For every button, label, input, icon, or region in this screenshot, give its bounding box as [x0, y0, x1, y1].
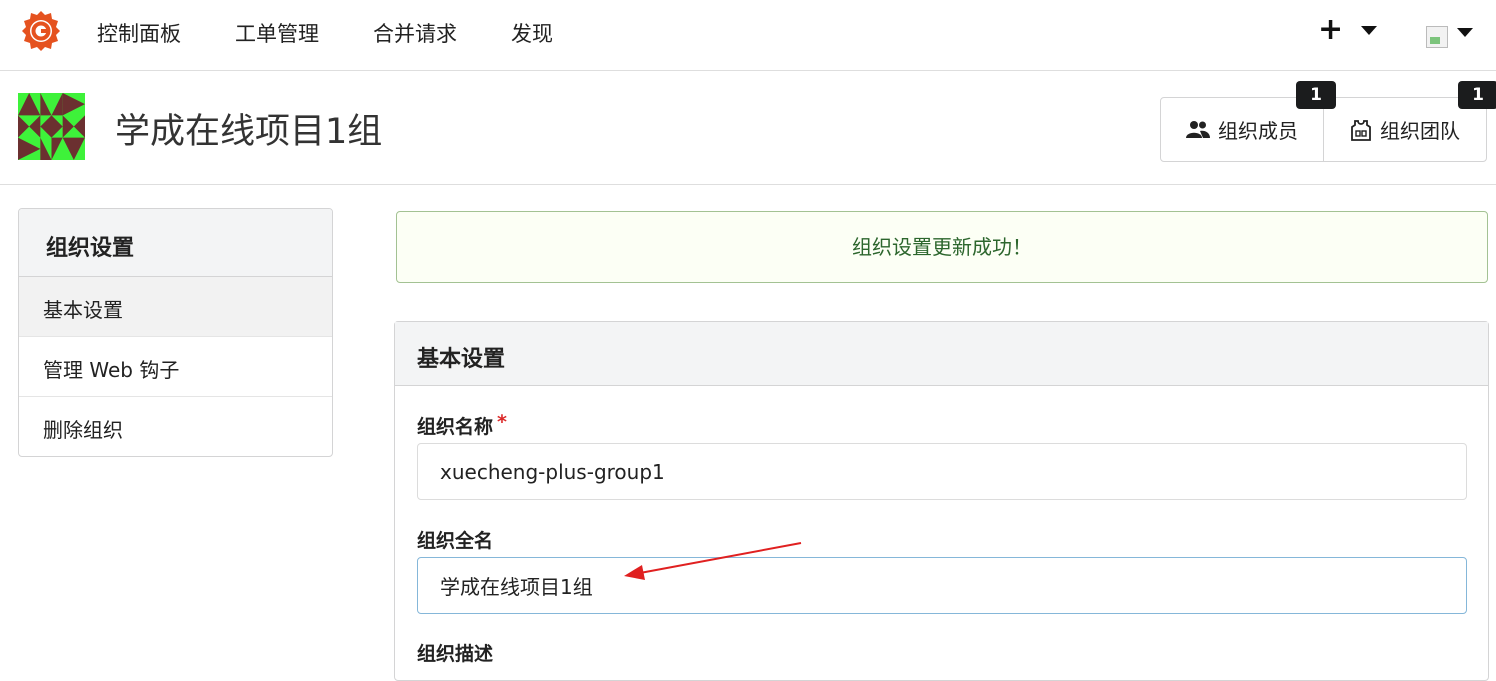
user-dropdown-caret-icon[interactable]	[1457, 28, 1473, 37]
create-dropdown-caret-icon[interactable]	[1361, 26, 1377, 35]
org-fullname-label: 组织全名	[417, 530, 494, 552]
required-asterisk: *	[497, 411, 507, 433]
org-teams-label: 组织团队	[1380, 119, 1460, 143]
top-navbar: 控制面板 工单管理 合并请求 发现 +	[0, 0, 1496, 71]
jersey-icon	[1350, 119, 1372, 141]
nav-issues[interactable]: 工单管理	[235, 18, 319, 48]
org-name-input[interactable]	[417, 443, 1467, 500]
sidebar-item-webhooks[interactable]: 管理 Web 钩子	[19, 337, 332, 397]
nav-explore[interactable]: 发现	[511, 18, 553, 48]
sidebar-header: 组织设置	[19, 209, 332, 277]
org-header: 学成在线项目1组 组织成员 组织团队 1 1	[0, 71, 1496, 185]
org-name-label-text: 组织名称	[417, 416, 494, 438]
nav-dashboard[interactable]: 控制面板	[97, 18, 181, 48]
gitea-logo-icon[interactable]	[21, 10, 61, 52]
org-title: 学成在线项目1组	[115, 112, 383, 152]
people-icon	[1186, 120, 1210, 140]
sidebar-item-basic-settings[interactable]: 基本设置	[19, 277, 332, 337]
settings-sidebar: 组织设置 基本设置 管理 Web 钩子 删除组织	[18, 208, 333, 457]
panel-title: 基本设置	[395, 322, 1488, 386]
sidebar-item-delete-org[interactable]: 删除组织	[19, 397, 332, 456]
basic-settings-panel: 基本设置 组织名称* 组织全名 组织描述	[394, 321, 1489, 681]
org-name-label: 组织名称 *	[417, 411, 507, 439]
nav-pull-requests[interactable]: 合并请求	[373, 18, 457, 48]
success-message: 组织设置更新成功！	[396, 211, 1488, 283]
org-identicon-avatar	[18, 93, 85, 160]
org-members-label: 组织成员	[1218, 119, 1298, 143]
user-avatar[interactable]	[1426, 26, 1448, 48]
teams-count-badge: 1	[1458, 81, 1496, 109]
org-fullname-input[interactable]	[417, 557, 1467, 614]
members-count-badge: 1	[1296, 81, 1336, 109]
create-plus-button[interactable]: +	[1318, 12, 1343, 47]
